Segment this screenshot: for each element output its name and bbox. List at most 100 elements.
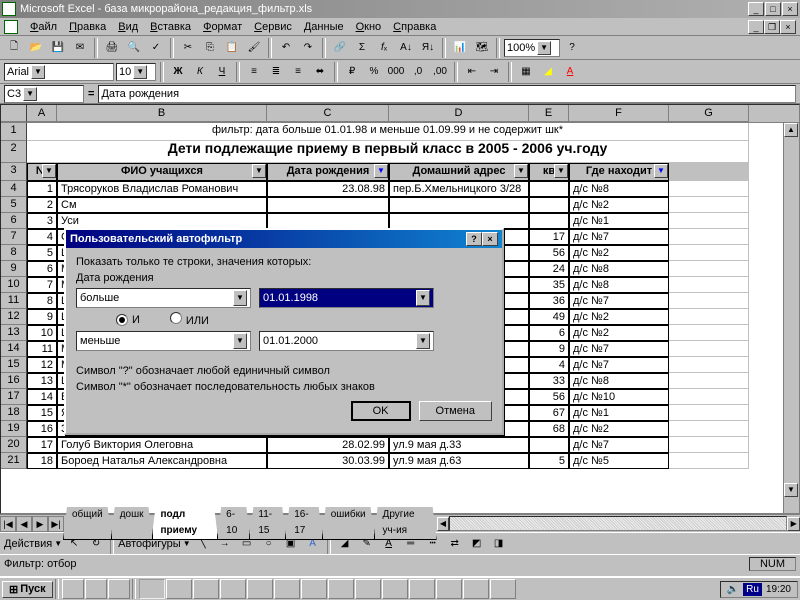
scroll-right-icon[interactable]: ▶ (787, 517, 800, 531)
cell-where[interactable]: д/с №7 (569, 437, 669, 453)
cell-dob[interactable] (267, 213, 389, 229)
cell-num[interactable]: 13 (27, 373, 57, 389)
cell-kv[interactable]: 49 (529, 309, 569, 325)
tray-icon[interactable]: 🔊 (727, 584, 739, 595)
or-radio[interactable]: ИЛИ (170, 312, 209, 327)
col-A[interactable]: A (27, 105, 57, 122)
tab-next-icon[interactable]: ▶ (32, 516, 48, 532)
cell[interactable] (669, 405, 749, 421)
autosum-icon[interactable]: Σ (352, 38, 372, 58)
chevron-down-icon[interactable]: ▼ (416, 333, 430, 349)
row-header[interactable]: 21 (1, 453, 27, 469)
print-icon[interactable]: 🖨 (102, 38, 122, 58)
row-header[interactable]: 14 (1, 341, 27, 357)
select-all-corner[interactable] (1, 105, 27, 122)
cell-where[interactable]: д/с №8 (569, 277, 669, 293)
scroll-down-icon[interactable]: ▼ (784, 483, 798, 497)
val1-combo[interactable]: 01.01.1998▼ (259, 288, 434, 308)
task-app[interactable] (409, 579, 435, 599)
filter-caption[interactable]: фильтр: дата больше 01.01.98 и меньше 01… (27, 123, 749, 141)
workbook-icon[interactable] (4, 20, 18, 34)
cell-num[interactable]: 16 (27, 421, 57, 437)
paste-icon[interactable]: 📋 (222, 38, 242, 58)
task-app[interactable] (355, 579, 381, 599)
menu-help[interactable]: Справка (387, 21, 442, 33)
dec-decimal-icon[interactable]: ,00 (430, 62, 450, 82)
hdr-dob[interactable]: Дата рождения▼ (267, 163, 389, 181)
format-painter-icon[interactable]: 🖌 (244, 38, 264, 58)
scroll-up-icon[interactable]: ▲ (784, 123, 798, 137)
filter-dropdown-icon[interactable]: ▼ (374, 164, 388, 178)
cell-kv[interactable]: 56 (529, 245, 569, 261)
cell-kv[interactable]: 33 (529, 373, 569, 389)
merge-icon[interactable]: ⬌ (310, 62, 330, 82)
menu-insert[interactable]: Вставка (144, 21, 197, 33)
menu-file[interactable]: Файл (24, 21, 63, 33)
hdr-kv[interactable]: кв▼ (529, 163, 569, 181)
col-G[interactable]: G (669, 105, 749, 122)
chevron-down-icon[interactable]: ▼ (416, 290, 430, 306)
chevron-down-icon[interactable]: ▼ (133, 65, 147, 79)
cell-addr[interactable]: ул.9 мая д.63 (389, 453, 529, 469)
task-app[interactable] (301, 579, 327, 599)
font-combo[interactable]: Arial▼ (4, 63, 114, 81)
inc-decimal-icon[interactable]: ,0 (408, 62, 428, 82)
hdr-num[interactable]: №▼ (27, 163, 57, 181)
tab-first-icon[interactable]: |◀ (0, 516, 16, 532)
copy-icon[interactable]: ⎘ (200, 38, 220, 58)
fill-color-icon[interactable]: ◢ (538, 62, 558, 82)
maximize-button[interactable]: □ (765, 2, 781, 16)
cell-num[interactable]: 4 (27, 229, 57, 245)
cell-where[interactable]: д/с №1 (569, 405, 669, 421)
3d-icon[interactable]: ◨ (489, 534, 509, 554)
row-2[interactable]: 2 (1, 141, 27, 163)
cell-addr[interactable] (389, 197, 529, 213)
menu-view[interactable]: Вид (112, 21, 144, 33)
ok-button[interactable]: OK (351, 401, 411, 421)
doc-minimize-button[interactable]: _ (748, 20, 764, 34)
cell-where[interactable]: д/с №7 (569, 357, 669, 373)
cell-fio[interactable]: Трясоруков Владислав Романович (57, 181, 267, 197)
cell-kv[interactable]: 67 (529, 405, 569, 421)
cell[interactable] (669, 357, 749, 373)
doc-close-button[interactable]: × (780, 20, 796, 34)
menu-tools[interactable]: Сервис (248, 21, 298, 33)
row-header[interactable]: 12 (1, 309, 27, 325)
cell-kv[interactable] (529, 197, 569, 213)
task-app[interactable] (382, 579, 408, 599)
draw-actions[interactable]: Действия (4, 538, 52, 550)
comma-icon[interactable]: 000 (386, 62, 406, 82)
cell[interactable] (669, 229, 749, 245)
doc-restore-button[interactable]: ❐ (764, 20, 780, 34)
mail-icon[interactable]: ✉ (70, 38, 90, 58)
cell-kv[interactable] (529, 213, 569, 229)
menu-data[interactable]: Данные (298, 21, 350, 33)
quick-app-icon[interactable] (85, 579, 107, 599)
filter-dropdown-icon[interactable]: ▼ (554, 164, 568, 178)
row-header[interactable]: 4 (1, 181, 27, 197)
task-app[interactable] (166, 579, 192, 599)
tab-last-icon[interactable]: ▶| (48, 516, 64, 532)
cell-dob[interactable]: 30.03.99 (267, 453, 389, 469)
cut-icon[interactable]: ✂ (178, 38, 198, 58)
chevron-down-icon[interactable]: ▼ (537, 41, 551, 55)
row-1[interactable]: 1 (1, 123, 27, 141)
cell[interactable] (669, 421, 749, 437)
row-header[interactable]: 17 (1, 389, 27, 405)
cell-num[interactable]: 12 (27, 357, 57, 373)
cell-kv[interactable]: 17 (529, 229, 569, 245)
cell-kv[interactable]: 9 (529, 341, 569, 357)
align-right-icon[interactable]: ≡ (288, 62, 308, 82)
row-header[interactable]: 18 (1, 405, 27, 421)
row-header[interactable]: 5 (1, 197, 27, 213)
cell-num[interactable]: 2 (27, 197, 57, 213)
cell-num[interactable]: 1 (27, 181, 57, 197)
dialog-titlebar[interactable]: Пользовательский автофильтр ? × (66, 230, 502, 248)
start-button[interactable]: ⊞ Пуск (2, 581, 53, 598)
inc-indent-icon[interactable]: ⇥ (484, 62, 504, 82)
undo-icon[interactable]: ↶ (276, 38, 296, 58)
row-header[interactable]: 13 (1, 325, 27, 341)
cell-num[interactable]: 17 (27, 437, 57, 453)
cell-fio[interactable]: Голуб Виктория Олеговна (57, 437, 267, 453)
italic-icon[interactable]: К (190, 62, 210, 82)
